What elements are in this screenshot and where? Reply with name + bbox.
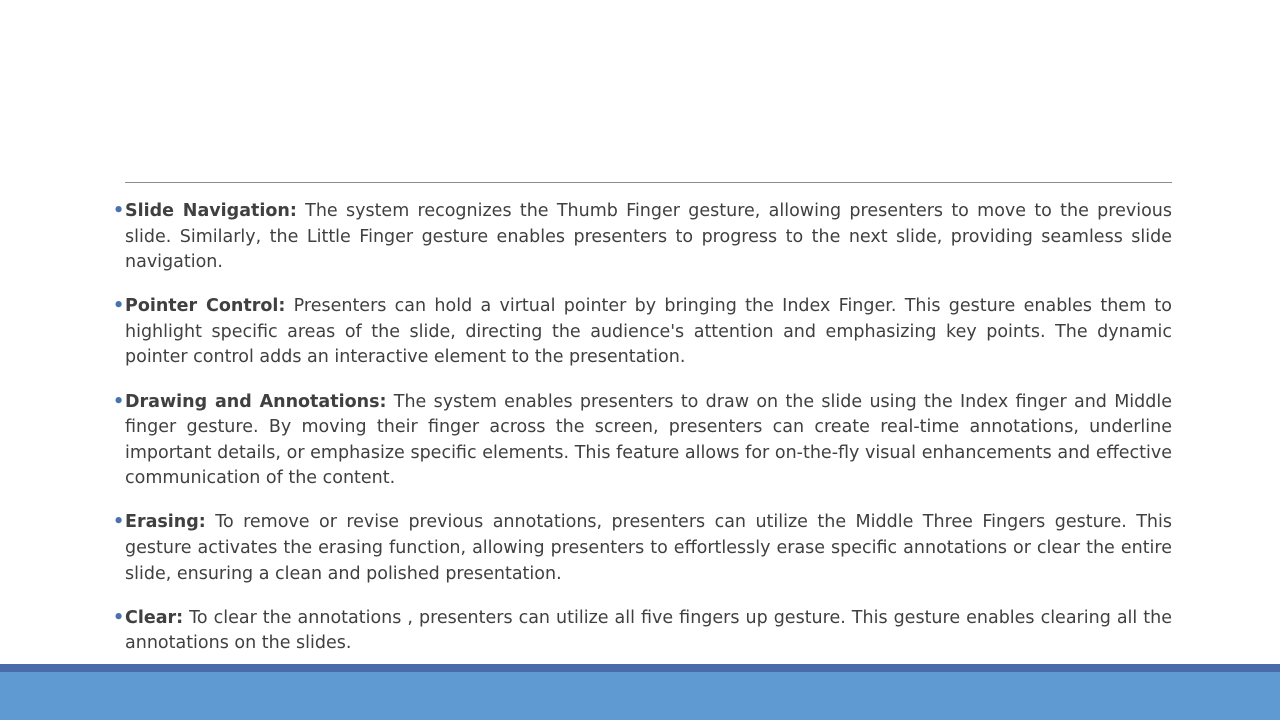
title-divider [125, 182, 1172, 183]
bullet-text: To remove or revise previous annotations… [125, 512, 1172, 584]
bullet-term: Drawing and Annotations: [125, 391, 387, 412]
bullet-list: • Slide Navigation: The system recognizes… [113, 199, 1172, 657]
bullet-text: To clear the annotations , presenters ca… [125, 607, 1172, 654]
footer-accent-stripe [0, 664, 1280, 672]
bullet-icon: • [113, 512, 125, 533]
bullet-icon: • [113, 607, 125, 628]
bullet-icon: • [113, 201, 125, 221]
bullet-icon: • [113, 391, 125, 412]
bullet-item-drawing-annotations: • Drawing and Annotations: The system ena… [113, 390, 1172, 492]
bullet-term: Erasing: [125, 512, 206, 533]
bullet-item-clear: • Clear: To clear the annotations , prese… [113, 606, 1172, 657]
bullet-item-erasing: • Erasing: To remove or revise previous a… [113, 510, 1172, 587]
bullet-term: Slide Navigation: [125, 201, 297, 221]
bullet-term: Clear: [125, 607, 184, 628]
footer-band [0, 672, 1280, 720]
bullet-icon: • [113, 296, 125, 317]
bullet-item-pointer-control: • Pointer Control: Presenters can hold a … [113, 294, 1172, 371]
slide: • Slide Navigation: The system recognizes… [0, 0, 1280, 720]
bullet-term: Pointer Control: [125, 296, 286, 317]
bullet-item-slide-navigation: • Slide Navigation: The system recognizes… [113, 199, 1172, 276]
